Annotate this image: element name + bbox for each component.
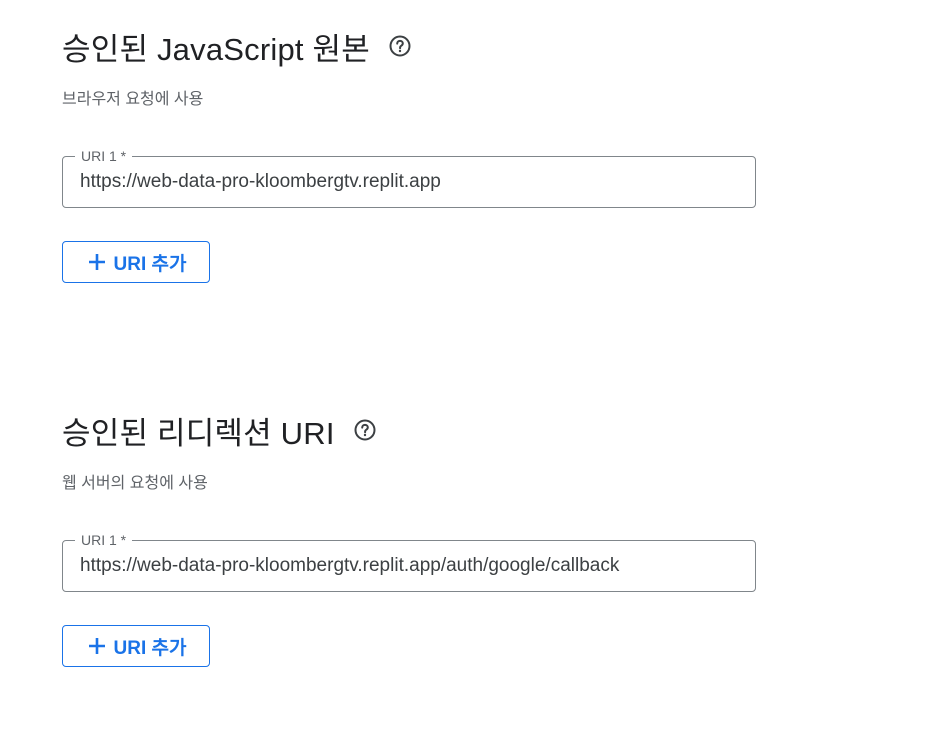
javascript-origin-uri-field[interactable]: URI 1 * — [62, 147, 756, 208]
add-uri-label: URI 추가 — [113, 637, 187, 659]
redirect-uri-field[interactable]: URI 1 * — [62, 531, 756, 592]
javascript-origins-title: 승인된 JavaScript 원본 — [62, 31, 370, 67]
redirect-uri-label: URI 1 * — [75, 531, 133, 549]
redirect-uris-subtitle: 웹 서버의 요청에 사용 — [62, 475, 208, 492]
add-redirect-uri-button[interactable]: URI 추가 — [62, 625, 210, 667]
add-javascript-origin-uri-button[interactable]: URI 추가 — [62, 241, 210, 283]
add-uri-label: URI 추가 — [113, 253, 187, 275]
plus-icon — [86, 635, 108, 657]
help-circle-icon[interactable] — [353, 418, 377, 442]
javascript-origins-subtitle: 브라우저 요청에 사용 — [62, 91, 204, 108]
plus-icon — [86, 251, 108, 273]
redirect-uri-input[interactable] — [80, 554, 740, 578]
javascript-origins-heading-row: 승인된 JavaScript 원본 — [62, 28, 762, 67]
javascript-origin-uri-input[interactable] — [80, 170, 740, 194]
javascript-origin-uri-label: URI 1 * — [75, 147, 133, 165]
help-circle-icon[interactable] — [388, 34, 412, 58]
redirect-uris-heading-row: 승인된 리디렉션 URI — [62, 412, 762, 451]
redirect-uris-title: 승인된 리디렉션 URI — [62, 415, 335, 451]
javascript-origins-section: 승인된 JavaScript 원본 브라우저 요청에 사용 URI 1 * UR… — [62, 0, 762, 283]
redirect-uris-section: 승인된 리디렉션 URI 웹 서버의 요청에 사용 URI 1 * URI 추가 — [62, 384, 762, 667]
